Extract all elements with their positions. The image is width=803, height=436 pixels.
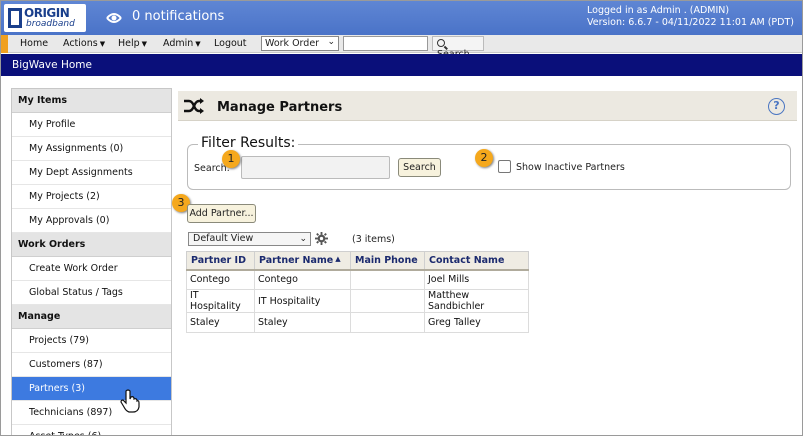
gear-icon[interactable] xyxy=(315,232,328,245)
cell-partner-name: Staley xyxy=(254,312,351,333)
logo-text-top: ORIGIN xyxy=(24,6,70,20)
global-search-input[interactable] xyxy=(343,36,428,51)
chevron-down-icon: ▼ xyxy=(99,40,106,48)
cell-partner-id: IT Hospitality xyxy=(186,289,255,313)
item-count: (3 items) xyxy=(352,234,395,245)
home-strip: BigWave Home xyxy=(1,54,802,76)
notification-icon[interactable] xyxy=(104,9,124,27)
cell-main-phone xyxy=(350,269,425,290)
chevron-down-icon: ⌄ xyxy=(299,234,307,244)
chevron-down-icon: ▼ xyxy=(141,40,148,48)
hand-cursor-icon xyxy=(120,389,140,413)
help-icon[interactable]: ? xyxy=(768,98,785,115)
cell-partner-name: Contego xyxy=(254,269,351,290)
version-text: Version: 6.6.7 - 04/11/2022 11:01 AM (PD… xyxy=(587,17,794,28)
view-select[interactable]: Default View ⌄ xyxy=(188,232,311,246)
logo-text-bottom: broadband xyxy=(26,19,75,29)
column-header-contact-name[interactable]: Contact Name xyxy=(424,251,529,271)
sidebar-item-my-profile[interactable]: My Profile xyxy=(12,113,171,137)
cell-contact-name: Matthew Sandbichler xyxy=(424,289,529,313)
cell-partner-name: IT Hospitality xyxy=(254,289,351,313)
app-window: ORIGIN broadband 0 notifications Logged … xyxy=(0,0,803,436)
notifications-count[interactable]: 0 notifications xyxy=(132,9,224,24)
page-title: Manage Partners xyxy=(217,100,343,115)
callout-badge-2: 2 xyxy=(475,149,493,167)
view-select-value: Default View xyxy=(193,233,254,244)
show-inactive-label[interactable]: Show Inactive Partners xyxy=(516,162,625,173)
home-strip-title[interactable]: BigWave Home xyxy=(12,59,92,71)
menu-admin[interactable]: Admin ▼ xyxy=(163,38,201,49)
column-header-partner-name[interactable]: Partner Name ▲ xyxy=(254,251,351,271)
cell-main-phone xyxy=(350,289,425,313)
show-inactive-checkbox[interactable] xyxy=(498,160,511,173)
search-type-value: Work Order xyxy=(265,38,320,49)
column-header-main-phone[interactable]: Main Phone xyxy=(350,251,425,271)
partners-table: Partner ID Partner Name ▲ Main Phone Cont… xyxy=(186,251,529,333)
column-header-partner-id[interactable]: Partner ID xyxy=(186,251,255,271)
menu-home[interactable]: Home xyxy=(20,38,48,49)
cell-contact-name: Greg Talley xyxy=(424,312,529,333)
table-row[interactable]: Contego Contego Joel Mills xyxy=(186,269,529,290)
top-header: ORIGIN broadband 0 notifications Logged … xyxy=(1,1,802,35)
table-header-row: Partner ID Partner Name ▲ Main Phone Cont… xyxy=(186,251,529,271)
menu-home-label: Home xyxy=(20,38,49,49)
sidebar-section-manage: Manage xyxy=(12,305,171,329)
column-header-label: Main Phone xyxy=(355,254,418,266)
sidebar-item-my-dept-assignments[interactable]: My Dept Assignments xyxy=(12,161,171,185)
global-search-button[interactable]: Search xyxy=(432,36,484,60)
logged-in-text: Logged in as Admin . (ADMIN) xyxy=(587,5,730,16)
origin-broadband-logo[interactable]: ORIGIN broadband xyxy=(4,4,86,32)
sidebar-item-asset-types[interactable]: Asset Types (6) xyxy=(12,425,171,435)
sidebar-item-customers[interactable]: Customers (87) xyxy=(12,353,171,377)
menu-admin-label: Admin xyxy=(163,38,194,49)
filter-search-input[interactable] xyxy=(241,156,390,179)
menu-help[interactable]: Help ▼ xyxy=(118,38,147,49)
menu-help-label: Help xyxy=(118,38,140,49)
add-partner-button[interactable]: Add Partner... xyxy=(187,204,256,223)
cell-main-phone xyxy=(350,312,425,333)
table-row[interactable]: Staley Staley Greg Talley xyxy=(186,312,529,333)
search-icon xyxy=(437,39,445,47)
callout-badge-1: 1 xyxy=(222,150,240,168)
menu-logout[interactable]: Logout xyxy=(214,38,247,49)
column-header-label: Partner Name xyxy=(259,254,334,266)
sidebar-item-create-work-order[interactable]: Create Work Order xyxy=(12,257,171,281)
menu-actions[interactable]: Actions ▼ xyxy=(63,38,105,49)
search-type-select[interactable]: Work Order ⌄ xyxy=(261,36,339,51)
table-row[interactable]: IT Hospitality IT Hospitality Matthew Sa… xyxy=(186,289,529,313)
cell-contact-name: Joel Mills xyxy=(424,269,529,290)
sidebar-item-my-assignments[interactable]: My Assignments (0) xyxy=(12,137,171,161)
cell-partner-id: Contego xyxy=(186,269,255,290)
chevron-down-icon: ▼ xyxy=(195,40,201,48)
filter-legend: Filter Results: xyxy=(198,135,299,151)
sidebar-item-partners[interactable]: Partners (3) xyxy=(12,377,171,401)
sidebar-item-my-projects[interactable]: My Projects (2) xyxy=(12,185,171,209)
menu-logout-label: Logout xyxy=(214,38,247,49)
page-header: Manage Partners ? xyxy=(178,91,797,121)
menu-bar: Home Actions ▼ Help ▼ Admin ▼ Logout Work O… xyxy=(1,35,802,60)
filter-search-button[interactable]: Search xyxy=(398,158,441,177)
column-header-label: Contact Name xyxy=(429,254,505,266)
cell-partner-id: Staley xyxy=(186,312,255,333)
sidebar-item-technicians[interactable]: Technicians (897) xyxy=(12,401,171,425)
sidebar-item-global-status-tags[interactable]: Global Status / Tags xyxy=(12,281,171,305)
login-info: Logged in as Admin . (ADMIN) Version: 6.… xyxy=(587,5,794,29)
sidebar-section-work-orders: Work Orders xyxy=(12,233,171,257)
logo-mark-icon xyxy=(8,8,22,28)
sort-ascending-icon: ▲ xyxy=(335,254,341,263)
sidebar: My Items My Profile My Assignments (0) M… xyxy=(11,88,172,435)
shuffle-icon xyxy=(184,98,204,114)
chevron-down-icon: ⌄ xyxy=(327,37,335,47)
menu-accent xyxy=(1,35,8,53)
sidebar-section-my-items: My Items xyxy=(12,89,171,113)
sidebar-item-my-approvals[interactable]: My Approvals (0) xyxy=(12,209,171,233)
menu-actions-label: Actions xyxy=(63,38,98,49)
column-header-label: Partner ID xyxy=(191,254,246,266)
sidebar-item-projects[interactable]: Projects (79) xyxy=(12,329,171,353)
